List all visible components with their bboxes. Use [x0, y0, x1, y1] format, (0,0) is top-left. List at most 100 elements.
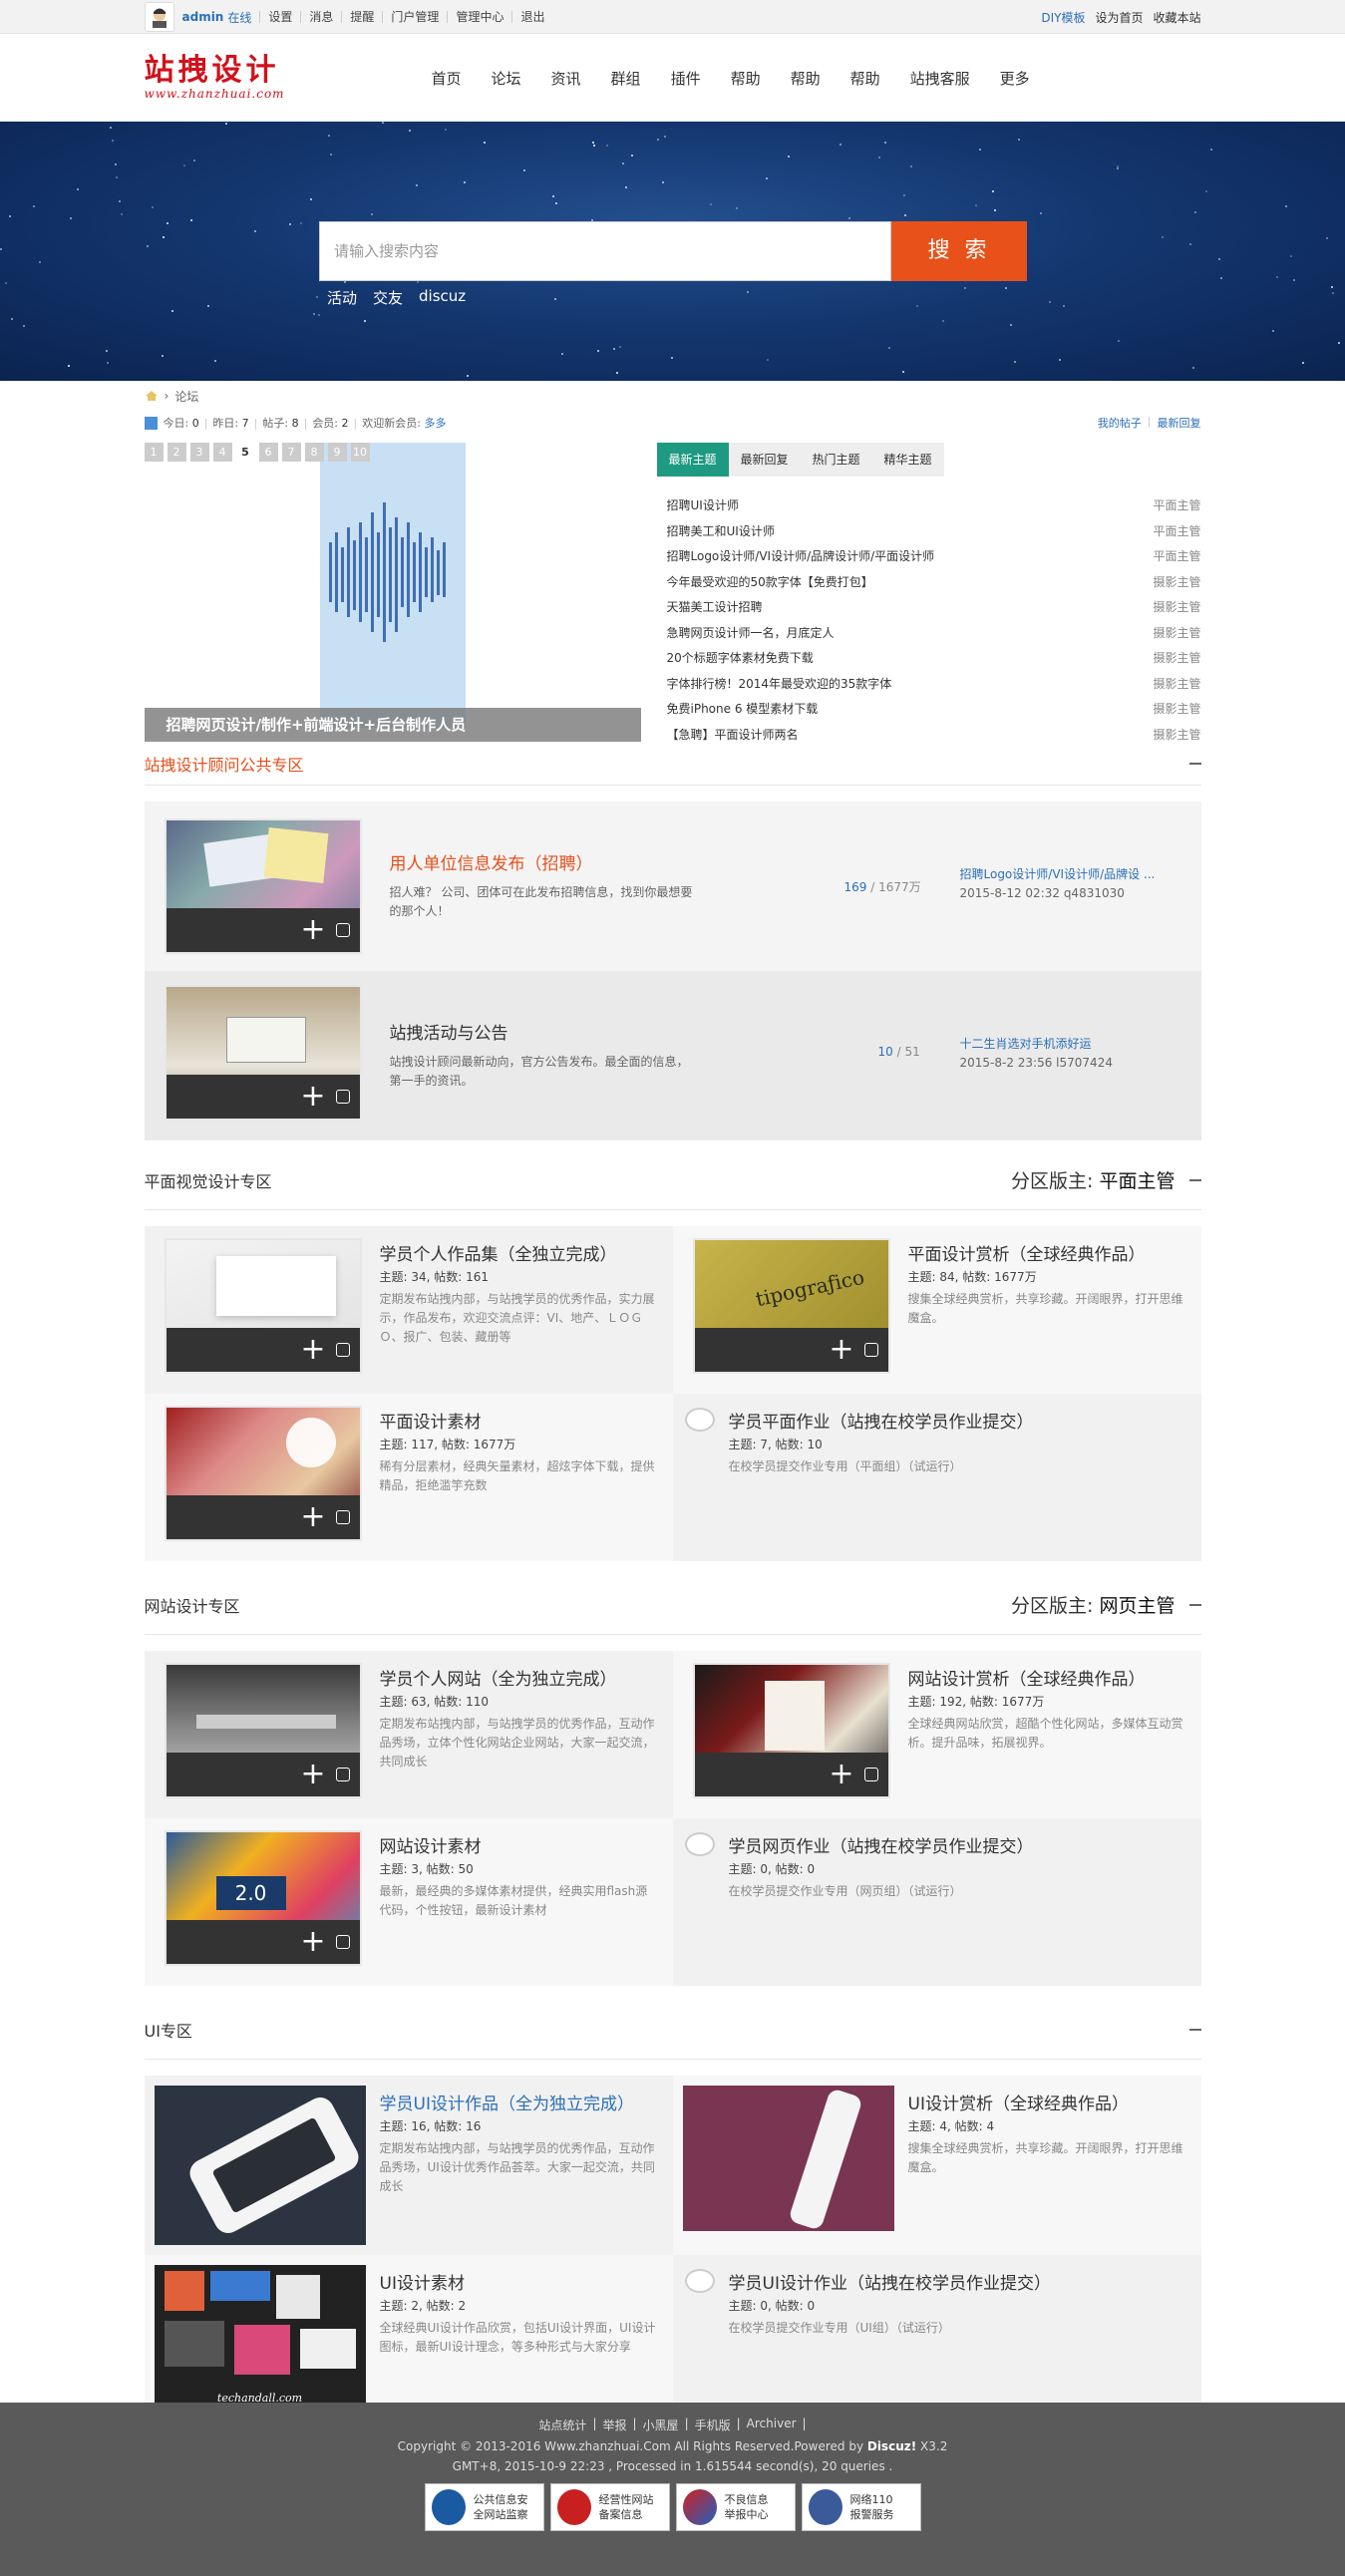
forum-title[interactable]: UI设计赏析（全球经典作品） [908, 2090, 1129, 2114]
hand-icon[interactable] [335, 1768, 350, 1781]
last-post-link[interactable]: 十二生肖选对手机添好运 [960, 1035, 1113, 1054]
hand-icon[interactable] [335, 1343, 350, 1357]
topic-link[interactable]: 免费iPhone 6 模型素材下载 [667, 700, 819, 717]
forum-title[interactable]: 学员UI设计作业（站拽在校学员作业提交） [729, 2269, 1051, 2294]
home-icon[interactable] [145, 390, 159, 402]
hot-keyword[interactable]: 交友 [373, 287, 403, 308]
username-link[interactable]: admin [182, 10, 224, 24]
slide-caption[interactable]: 招聘网页设计/制作+前端设计+后台制作人员 [144, 708, 641, 742]
forum-title[interactable]: 学员UI设计作品（全为独立完成） [380, 2090, 634, 2114]
collapse-icon[interactable] [1188, 1603, 1201, 1606]
tab-newest[interactable]: 最新主题 [656, 443, 729, 477]
settings-link[interactable]: 设置 [259, 11, 300, 23]
last-post-link[interactable]: 招聘Logo设计师/VI设计师/品牌设 ... [960, 865, 1156, 884]
topic-link[interactable]: 招聘美工和UI设计师 [667, 522, 775, 539]
hand-icon[interactable] [335, 1510, 350, 1524]
slide-page-button[interactable]: 9 [327, 443, 347, 462]
forum-title[interactable]: UI设计素材 [380, 2269, 465, 2294]
search-button[interactable]: 搜 索 [891, 221, 1027, 281]
footer-link-blacklist[interactable]: 小黑屋 [643, 2416, 679, 2433]
slide-page-button[interactable]: 3 [189, 443, 209, 462]
topic-link[interactable]: 20个标题字体素材免费下载 [667, 649, 814, 666]
forum-thumbnail[interactable]: tipograƒico + [692, 1238, 890, 1374]
forum-thumbnail[interactable]: 2.0 + [164, 1830, 362, 1966]
plus-icon[interactable]: + [300, 1927, 325, 1957]
forum-title[interactable]: 学员平面作业（站拽在校学员作业提交） [729, 1408, 1034, 1433]
section-title[interactable]: UI专区 [145, 2018, 192, 2042]
section-title[interactable]: 网站设计专区 [145, 1593, 240, 1617]
logout-link[interactable]: 退出 [511, 11, 552, 23]
slide-page-button[interactable]: 6 [258, 443, 278, 462]
topic-link[interactable]: 招聘Logo设计师/VI设计师/品牌设计师/平面设计师 [667, 547, 935, 564]
section-title[interactable]: 站拽设计顾问公共专区 [145, 752, 304, 776]
footer-link-report[interactable]: 举报 [602, 2416, 626, 2433]
topic-author[interactable]: 摄影主管 [1153, 598, 1200, 615]
forum-thumbnail[interactable]: + [164, 985, 362, 1121]
topic-author[interactable]: 平面主管 [1153, 496, 1200, 513]
footer-link-archiver[interactable]: Archiver [747, 2416, 797, 2433]
forum-thumbnail[interactable]: + [164, 1663, 362, 1798]
forum-title[interactable]: 网站设计赏析（全球经典作品） [908, 1665, 1146, 1690]
topic-link[interactable]: 【急聘】平面设计师两名 [667, 726, 799, 743]
nav-help-1[interactable]: 帮助 [731, 68, 761, 89]
forum-title[interactable]: 平面设计素材 [380, 1408, 482, 1433]
forum-thumbnail[interactable]: techandall.com [154, 2265, 366, 2411]
hot-keyword[interactable]: discuz [419, 287, 466, 308]
bookmark-link[interactable]: 收藏本站 [1153, 9, 1200, 26]
nav-support[interactable]: 站拽客服 [910, 68, 970, 89]
moderator-link[interactable]: 平面主管 [1099, 1170, 1175, 1192]
slide-page-button[interactable]: 8 [304, 443, 324, 462]
portal-admin-link[interactable]: 门户管理 [382, 11, 447, 23]
topic-author[interactable]: 摄影主管 [1153, 675, 1200, 692]
latest-reply-link[interactable]: 最新回复 [1158, 415, 1201, 431]
section-title[interactable]: 平面视觉设计专区 [145, 1168, 272, 1192]
forum-thumbnail[interactable]: + [692, 1663, 890, 1798]
forum-title[interactable]: 学员个人作品集（全独立完成） [380, 1240, 617, 1265]
plus-icon[interactable]: + [300, 1502, 325, 1532]
hot-keyword[interactable]: 活动 [327, 287, 357, 308]
collapse-icon[interactable] [1188, 1178, 1201, 1181]
forum-thumbnail[interactable] [682, 2086, 894, 2231]
collapse-icon[interactable] [1188, 762, 1201, 765]
search-input[interactable]: 请输入搜索内容 [319, 221, 891, 281]
plus-icon[interactable]: + [300, 1082, 325, 1112]
forum-title[interactable]: 平面设计赏析（全球经典作品） [908, 1240, 1146, 1265]
collapse-icon[interactable] [1188, 2028, 1201, 2031]
slide-page-button[interactable]: 1 [144, 443, 164, 462]
plus-icon[interactable]: + [300, 1760, 325, 1789]
topic-author[interactable]: 摄影主管 [1153, 726, 1200, 743]
tab-latest-reply[interactable]: 最新回复 [728, 443, 801, 477]
slide-page-button[interactable]: 7 [281, 443, 301, 462]
topic-author[interactable]: 平面主管 [1153, 547, 1200, 564]
topic-link[interactable]: 天猫美工设计招聘 [667, 598, 763, 615]
topic-author[interactable]: 摄影主管 [1153, 700, 1200, 717]
set-homepage-link[interactable]: 设为首页 [1095, 9, 1143, 26]
avatar[interactable] [144, 2, 174, 32]
forum-thumbnail[interactable]: + [164, 1406, 362, 1541]
forum-thumbnail[interactable] [154, 2086, 366, 2245]
topic-author[interactable]: 摄影主管 [1153, 624, 1200, 641]
forum-title[interactable]: 网站设计素材 [380, 1832, 482, 1857]
slide-page-button[interactable]: 10 [350, 443, 370, 462]
messages-link[interactable]: 消息 [300, 11, 341, 23]
plus-icon[interactable]: + [300, 915, 325, 945]
online-status[interactable]: 在线 [227, 9, 251, 26]
notices-link[interactable]: 提醒 [341, 11, 382, 23]
forum-title[interactable]: 学员网页作业（站拽在校学员作业提交） [729, 1832, 1034, 1857]
plus-icon[interactable]: + [829, 1760, 853, 1789]
my-posts-link[interactable]: 我的帖子 [1098, 415, 1142, 431]
admin-center-link[interactable]: 管理中心 [447, 11, 511, 23]
forum-title[interactable]: 学员个人网站（全为独立完成） [380, 1665, 617, 1690]
badge-security[interactable]: 公共信息安 全网站监察 [424, 2483, 544, 2531]
topic-link[interactable]: 字体排行榜！2014年最受欢迎的35款字体 [667, 675, 892, 692]
nav-help-3[interactable]: 帮助 [850, 68, 880, 89]
forum-thumbnail[interactable]: + [164, 1238, 362, 1374]
hand-icon[interactable] [335, 923, 350, 937]
slide-page-button[interactable]: 4 [212, 443, 232, 462]
nav-forum[interactable]: 论坛 [492, 68, 521, 89]
hand-icon[interactable] [335, 1935, 350, 1949]
nav-groups[interactable]: 群组 [611, 68, 641, 89]
slideshow[interactable]: 招聘网页设计/制作+前端设计+后台制作人员 [144, 443, 641, 742]
badge-report[interactable]: 不良信息 举报中心 [675, 2483, 796, 2531]
hand-icon[interactable] [863, 1768, 878, 1781]
